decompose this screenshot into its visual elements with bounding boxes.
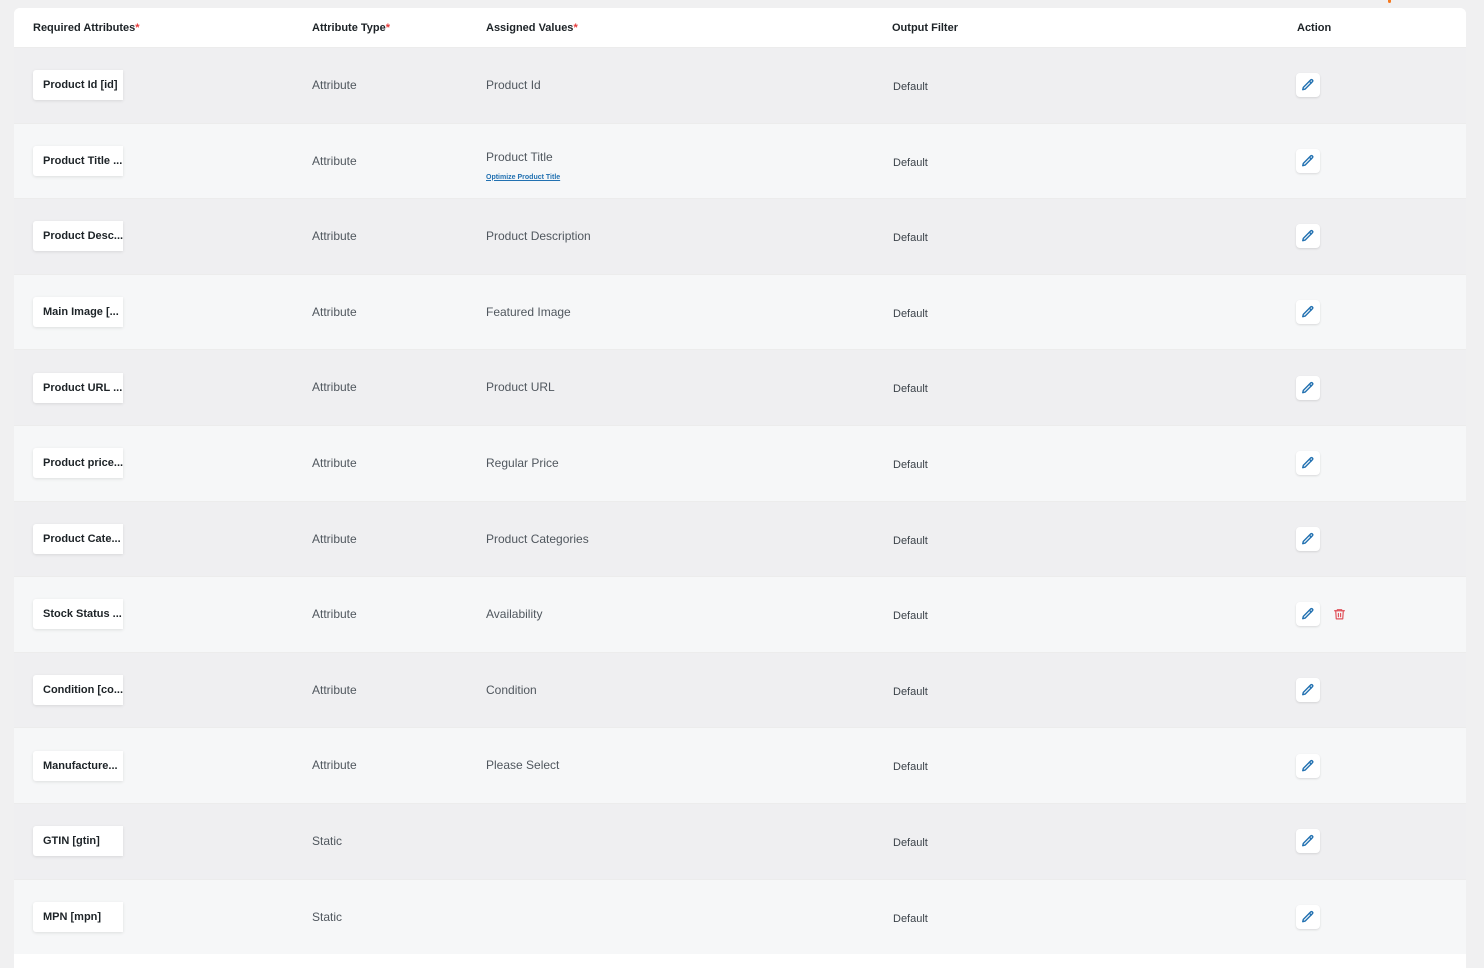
pencil-icon xyxy=(1302,835,1314,847)
assigned-value-cell: Product Title xyxy=(486,149,553,164)
delete-button[interactable] xyxy=(1327,602,1351,626)
edit-button[interactable] xyxy=(1296,678,1320,703)
assigned-value-cell: Product Description xyxy=(486,229,591,244)
assigned-value-cell: Please Select xyxy=(486,758,560,773)
attribute-type-cell: Attribute xyxy=(312,153,357,168)
required-attribute-tag[interactable]: GTIN [gtin] xyxy=(33,826,123,857)
attribute-type-cell: Attribute xyxy=(312,758,357,773)
header-attribute-type: Attribute Type* xyxy=(312,22,391,34)
edit-button[interactable] xyxy=(1296,829,1320,854)
required-attribute-tag[interactable]: Main Image [... xyxy=(33,297,123,328)
optimize-title-link[interactable]: Optimize Product Title xyxy=(486,174,560,181)
attribute-type-cell: Attribute xyxy=(312,229,357,244)
assigned-value-cell: Regular Price xyxy=(486,455,559,470)
required-attribute-tag[interactable]: Stock Status ... xyxy=(33,599,123,630)
pencil-icon xyxy=(1302,684,1314,696)
attribute-type-cell: Static xyxy=(312,909,343,924)
output-filter-cell: Default xyxy=(893,534,928,547)
pencil-icon xyxy=(1302,608,1314,620)
output-filter-cell: Default xyxy=(893,81,928,93)
table-row: Product URL ... Attribute Product URL De… xyxy=(14,349,1466,425)
edit-button[interactable] xyxy=(1296,224,1320,249)
attribute-type-cell: Attribute xyxy=(312,304,357,319)
pencil-icon xyxy=(1302,79,1314,91)
table-row: Product price... Attribute Regular Price… xyxy=(14,424,1466,501)
table-row: Main Image [... Attribute Featured Image… xyxy=(14,273,1466,350)
edit-button[interactable] xyxy=(1296,526,1320,551)
assigned-value-cell: Product Id xyxy=(486,78,541,92)
header-action: Action xyxy=(1297,22,1332,34)
pencil-icon xyxy=(1302,381,1314,394)
attribute-type-cell: Attribute xyxy=(312,607,357,622)
table-row: Condition [co... Attribute Condition Def… xyxy=(14,651,1466,728)
table-row: Product Cate... Attribute Product Catego… xyxy=(14,500,1466,577)
table-row: Product Desc... Attribute Product Descri… xyxy=(14,198,1466,274)
table-body: Product Id [id] Attribute Product Id Def… xyxy=(14,47,1466,955)
edit-button[interactable] xyxy=(1296,753,1320,778)
pencil-icon xyxy=(1302,230,1314,242)
required-attribute-tag[interactable]: Product URL ... xyxy=(33,372,123,403)
attribute-type-cell: Attribute xyxy=(312,380,357,395)
required-attribute-tag[interactable]: Product Desc... xyxy=(33,221,123,252)
required-attribute-tag[interactable]: Product Cate... xyxy=(33,523,123,554)
table-row: Manufacture... Attribute Please Select D… xyxy=(14,727,1466,803)
table-row: Product Title ... Attribute Product Titl… xyxy=(14,122,1466,199)
assigned-value-cell: Availability xyxy=(486,607,543,622)
assigned-value-cell: Product Categories xyxy=(486,531,589,546)
table-row: Product Id [id] Attribute Product Id Def… xyxy=(14,47,1466,123)
accent-marker xyxy=(1388,0,1391,3)
output-filter-cell: Default xyxy=(893,761,928,774)
output-filter-cell: Default xyxy=(893,383,928,396)
header-output-filter: Output Filter xyxy=(892,22,958,34)
header-required-attributes: Required Attributes* xyxy=(33,22,140,34)
edit-button[interactable] xyxy=(1296,73,1320,98)
attribute-type-cell: Static xyxy=(312,833,343,848)
required-attribute-tag[interactable]: Product price... xyxy=(33,448,123,479)
required-attribute-tag[interactable]: Manufacture... xyxy=(33,750,123,781)
output-filter-cell: Default xyxy=(893,912,928,925)
output-filter-cell: Default xyxy=(893,836,928,849)
edit-button[interactable] xyxy=(1296,451,1320,476)
output-filter-cell: Default xyxy=(893,685,928,698)
edit-button[interactable] xyxy=(1296,904,1320,929)
output-filter-cell: Default xyxy=(893,307,928,320)
edit-button[interactable] xyxy=(1296,148,1320,173)
table-row: MPN [mpn] Static Default xyxy=(14,878,1466,955)
edit-button[interactable] xyxy=(1296,300,1320,325)
header-assigned-values: Assigned Values* xyxy=(486,22,578,34)
attribute-type-cell: Attribute xyxy=(312,455,357,470)
output-filter-cell: Default xyxy=(893,156,928,169)
attribute-type-cell: Attribute xyxy=(312,78,357,92)
assigned-value-cell: Condition xyxy=(486,682,537,697)
output-filter-cell: Default xyxy=(893,232,928,245)
trash-icon xyxy=(1333,609,1345,620)
pencil-icon xyxy=(1302,154,1314,167)
required-attribute-tag[interactable]: Product Id [id] xyxy=(33,70,123,101)
required-attribute-tag[interactable]: MPN [mpn] xyxy=(33,901,123,932)
pencil-icon xyxy=(1302,759,1314,772)
pencil-icon xyxy=(1302,306,1314,318)
required-attribute-tag[interactable]: Product Title ... xyxy=(33,145,123,176)
table-row: Stock Status ... Attribute Availability … xyxy=(14,576,1466,652)
output-filter-cell: Default xyxy=(893,610,928,623)
edit-button[interactable] xyxy=(1296,602,1320,627)
attribute-type-cell: Attribute xyxy=(312,531,357,546)
required-attribute-tag[interactable]: Condition [co... xyxy=(33,675,123,706)
edit-button[interactable] xyxy=(1296,375,1320,400)
attribute-mapping-table: Required Attributes* Attribute Type* Ass… xyxy=(14,8,1466,968)
assigned-value-cell: Product URL xyxy=(486,380,555,395)
table-header: Required Attributes* Attribute Type* Ass… xyxy=(14,8,1466,47)
pencil-icon xyxy=(1302,532,1314,545)
pencil-icon xyxy=(1302,910,1314,923)
assigned-value-cell: Featured Image xyxy=(486,304,571,319)
table-row: GTIN [gtin] Static Default xyxy=(14,802,1466,879)
pencil-icon xyxy=(1302,457,1314,469)
output-filter-cell: Default xyxy=(893,458,928,471)
attribute-type-cell: Attribute xyxy=(312,682,357,697)
